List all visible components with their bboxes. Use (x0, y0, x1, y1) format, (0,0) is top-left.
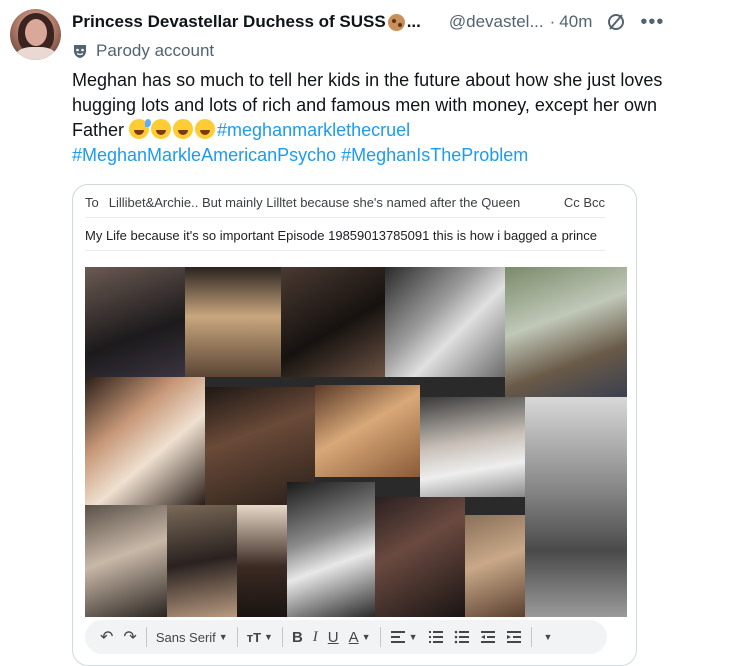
parody-label: Parody account (72, 40, 214, 62)
tweet-line-text: Father (72, 120, 130, 140)
indent-button[interactable] (501, 625, 527, 649)
timestamp[interactable]: 40m (559, 12, 592, 32)
photo-collage (85, 267, 627, 617)
tweet-line: Meghan has so much to tell her kids in t… (72, 70, 663, 90)
parody-mask-icon (74, 45, 86, 58)
collage-photo (287, 482, 375, 617)
text-color-label: A (348, 628, 359, 646)
font-family-label: Sans Serif (155, 629, 216, 645)
parody-text: Parody account (96, 41, 215, 60)
font-size-select[interactable]: тT ▼ (242, 625, 278, 649)
collage-photo (385, 267, 505, 377)
tweet-line: #MeghanMarkleAmericanPsycho #MeghanIsThe… (72, 143, 722, 168)
laughing-emoji-icon (151, 119, 172, 139)
compose-toolbar: ↶ ↷ Sans Serif ▼ тT ▼ B I U A ▼ ▼ ▼ (85, 620, 607, 654)
email-subject-row: My Life because it's so important Episod… (85, 220, 605, 251)
font-size-label: тT (246, 629, 262, 645)
collage-photo (465, 515, 525, 617)
bulleted-list-button[interactable] (449, 625, 475, 649)
align-button[interactable]: ▼ (385, 625, 423, 649)
outdent-icon (480, 631, 495, 643)
avatar-shirt (16, 47, 56, 60)
chevron-down-icon: ▼ (264, 632, 273, 642)
toolbar-divider (379, 627, 381, 647)
laughing-emoji-icon (195, 119, 216, 139)
text-color-button[interactable]: A ▼ (344, 625, 376, 649)
name-truncation: ... (406, 12, 421, 31)
email-to-row: To Lillibet&Archie.. But mainly Lilltet … (85, 187, 605, 218)
subject-text: My Life because it's so important Episod… (85, 227, 597, 243)
chevron-down-icon: ▼ (543, 632, 553, 642)
tweet-header: Princess Devastellar Duchess of SUSS ...… (72, 10, 727, 34)
outdent-button[interactable] (475, 625, 501, 649)
font-family-select[interactable]: Sans Serif ▼ (151, 625, 233, 649)
tweet-line: Father #meghanmarklethecruel (72, 118, 722, 143)
tweet-media-image[interactable]: To Lillibet&Archie.. But mainly Lilltet … (72, 184, 637, 666)
avatar-face (25, 19, 47, 46)
to-value: Lillibet&Archie.. But mainly Lilltet bec… (108, 194, 521, 210)
user-handle[interactable]: @devastel... (449, 12, 544, 32)
collage-photo (167, 505, 237, 617)
hashtag-link[interactable]: #meghanmarklethecruel (217, 120, 410, 140)
hashtag-link[interactable]: #MeghanMarkleAmericanPsycho (72, 145, 336, 165)
bold-button[interactable]: B (287, 625, 308, 649)
chevron-down-icon: ▼ (361, 632, 371, 642)
toolbar-divider (530, 627, 532, 647)
collage-photo (315, 385, 420, 477)
cookie-emoji-icon (387, 13, 405, 31)
collage-photo (237, 505, 287, 617)
separator-dot: · (549, 12, 556, 31)
collage-photo (420, 397, 525, 497)
more-formatting-button[interactable]: ▼ (536, 625, 558, 649)
undo-button[interactable]: ↶ (95, 625, 118, 649)
numbered-list-icon (428, 631, 443, 643)
avatar[interactable] (10, 9, 61, 60)
cc-bcc-label: Cc Bcc (563, 194, 605, 210)
bulleted-list-icon (454, 630, 469, 644)
toolbar-divider (145, 627, 147, 647)
align-left-icon (390, 631, 405, 643)
toolbar-divider (281, 627, 283, 647)
chevron-down-icon: ▼ (218, 632, 228, 642)
redo-button[interactable]: ↷ (118, 625, 141, 649)
indent-icon (506, 631, 521, 643)
underline-button[interactable]: U (323, 625, 344, 649)
chevron-down-icon: ▼ (408, 632, 418, 642)
collage-photo (85, 505, 167, 617)
collage-photo (185, 267, 281, 377)
collage-photo (85, 377, 205, 505)
hashtag-link[interactable]: #MeghanIsTheProblem (341, 145, 528, 165)
sweat-smile-emoji-icon (129, 119, 152, 139)
collage-photo (505, 267, 627, 397)
more-options-icon[interactable]: ••• (640, 12, 664, 32)
tweet-body: Meghan has so much to tell her kids in t… (72, 68, 722, 168)
italic-button[interactable]: I (308, 625, 323, 649)
to-label: To (85, 194, 99, 210)
toolbar-divider (236, 627, 238, 647)
grok-icon[interactable] (606, 12, 626, 32)
collage-photo (525, 397, 627, 617)
tweet-line: hugging lots and lots of rich and famous… (72, 95, 657, 115)
display-name[interactable]: Princess Devastellar Duchess of SUSS (72, 12, 386, 32)
numbered-list-button[interactable] (423, 625, 449, 649)
collage-photo (281, 267, 385, 377)
collage-photo (85, 267, 185, 377)
collage-photo (375, 497, 465, 617)
laughing-emoji-icon (173, 119, 194, 139)
